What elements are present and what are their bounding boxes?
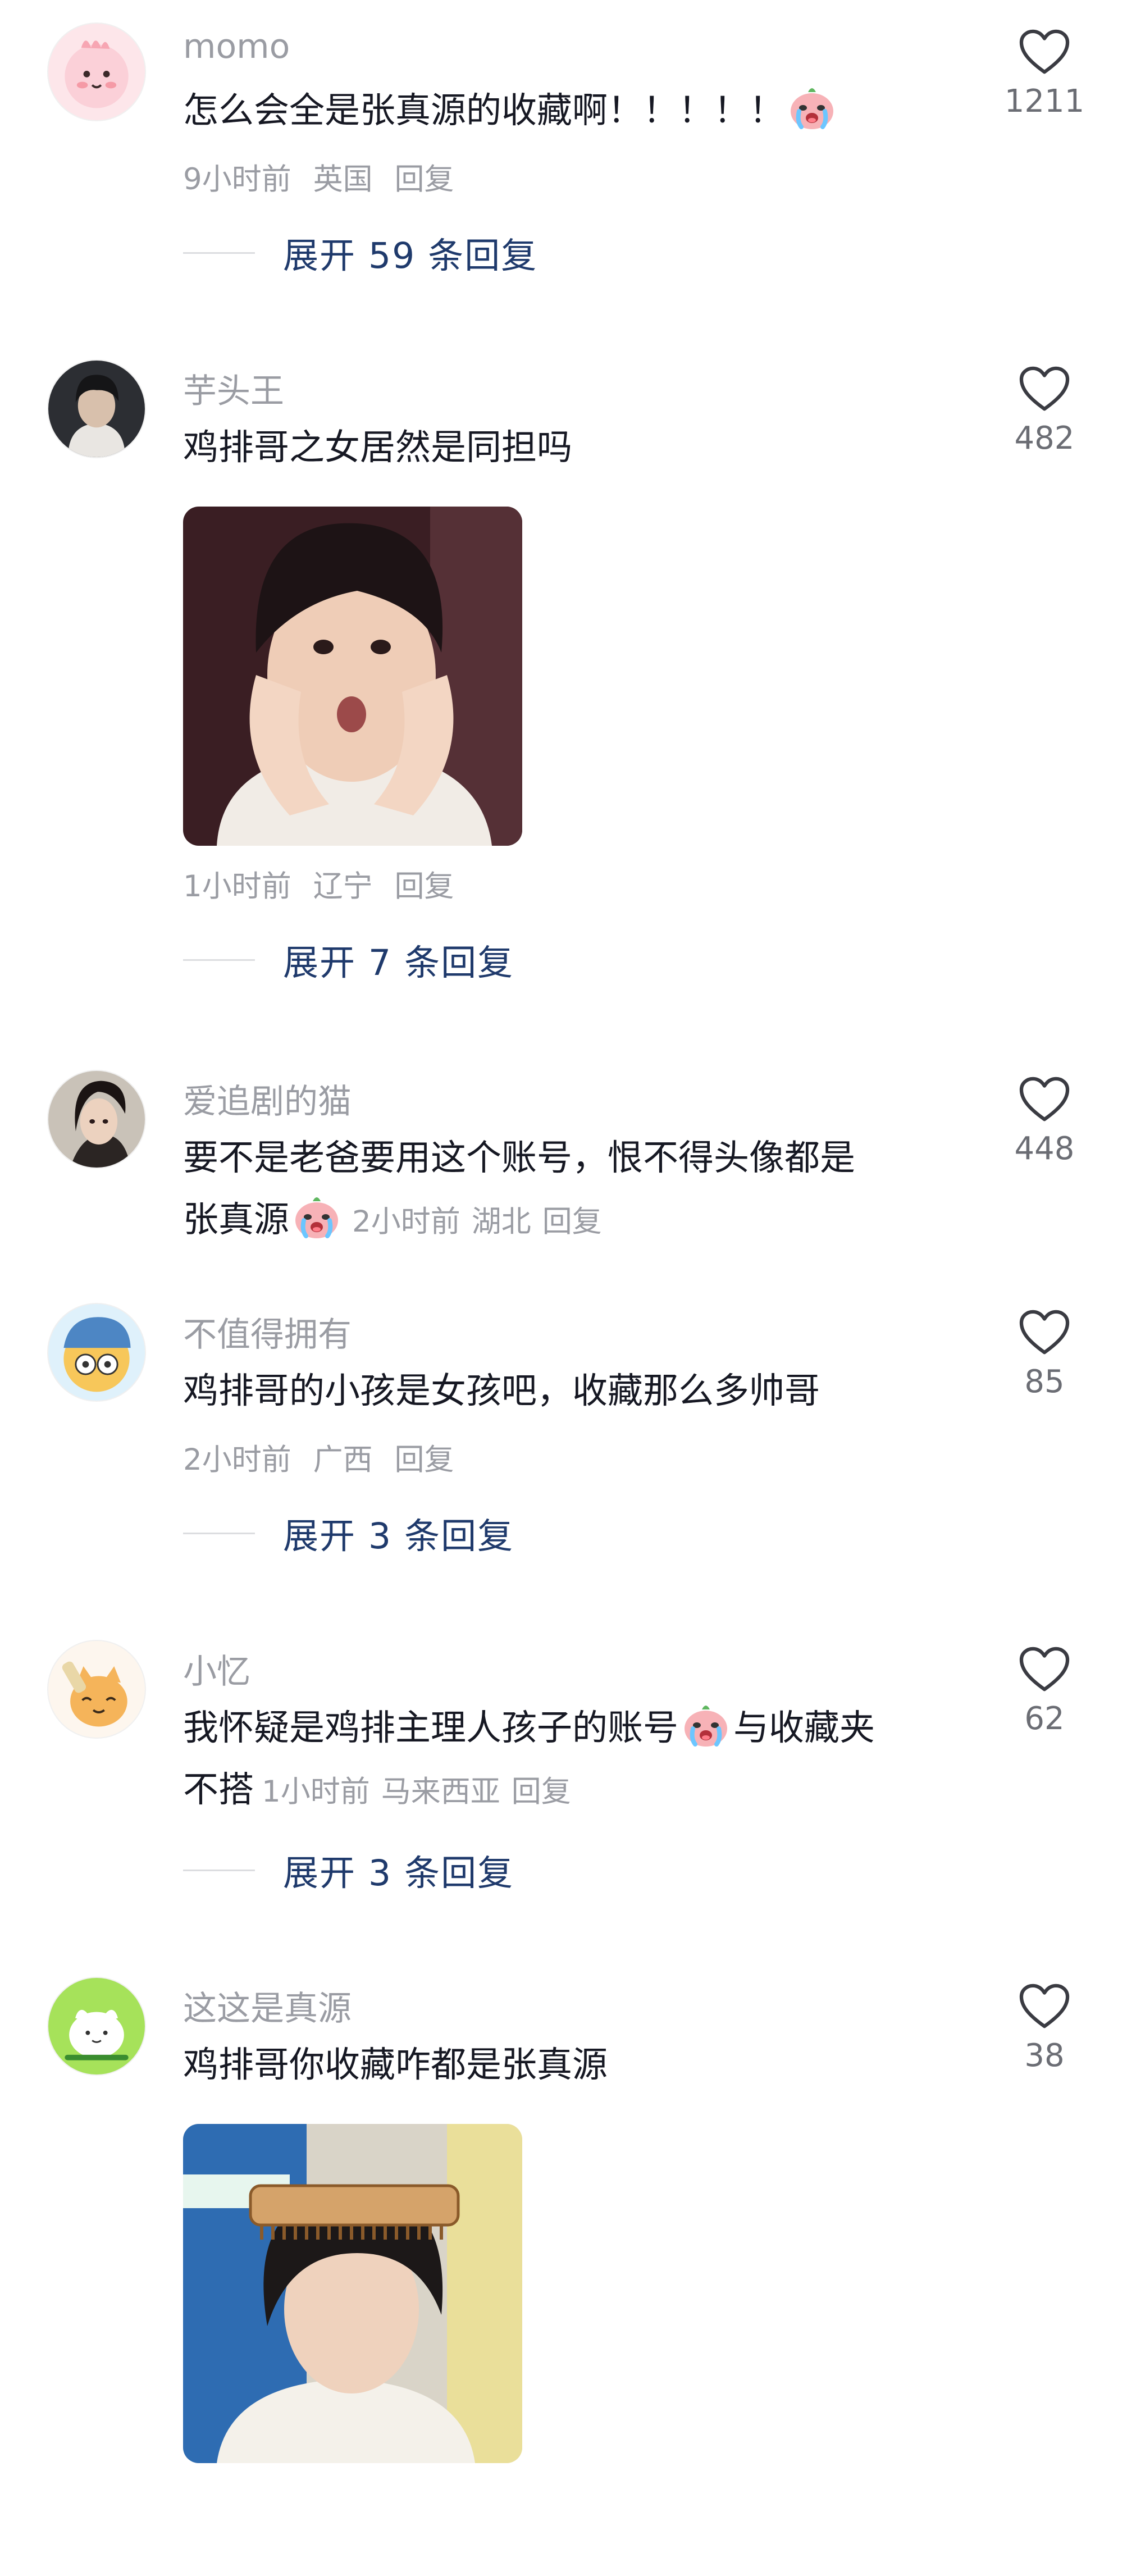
like-count: 482 [1014, 420, 1075, 457]
comment-text-line2: 不搭 [183, 1769, 254, 1810]
like-count: 1211 [1004, 83, 1085, 120]
heart-outline-icon [1018, 1982, 1071, 2031]
reply-button[interactable]: 回复 [512, 1775, 571, 1809]
comment-text-line1: 要不是老爸要用这个账号，恨不得头像都是 [183, 1137, 855, 1178]
crying-face-emoji [293, 1191, 341, 1239]
username[interactable]: 不值得拥有 [183, 1307, 352, 1356]
comment-time: 1小时前 [262, 1775, 370, 1809]
like-count: 62 [1024, 1700, 1065, 1737]
expand-replies-button[interactable]: 展开 3 条回复 [183, 1845, 514, 1895]
reply-button[interactable]: 回复 [394, 1443, 454, 1477]
comment-time: 9小时前 [183, 162, 291, 197]
crying-face-emoji [788, 82, 836, 130]
comment-text: 鸡排哥你收藏咋都是张真源 [183, 2044, 608, 2085]
comment-image[interactable] [183, 507, 522, 846]
comment-text: 鸡排哥的小孩是女孩吧，收藏那么多帅哥 [183, 1370, 820, 1411]
reply-button[interactable]: 回复 [542, 1205, 602, 1239]
comment-text: 鸡排哥之女居然是同担吗 [183, 427, 572, 468]
comment-meta: 2小时前 广西 回复 [183, 1436, 466, 1479]
like-count: 448 [1014, 1130, 1075, 1167]
expand-replies-button[interactable]: 展开 59 条回复 [183, 227, 537, 278]
crying-face-emoji [682, 1699, 730, 1748]
comment-location: 英国 [313, 162, 373, 197]
username[interactable]: 芋头王 [183, 364, 284, 413]
comment-location: 湖北 [471, 1205, 531, 1239]
username[interactable]: 这这是真源 [183, 1981, 352, 2030]
divider-line [183, 1532, 255, 1534]
comment-text: 我怀疑是鸡排主理人孩子的账号 与收藏夹 不搭 1小时前 马来西亚 回复 [183, 1697, 980, 1823]
like-button[interactable]: 85 [1000, 1308, 1089, 1400]
avatar[interactable] [47, 1070, 146, 1169]
like-button[interactable]: 62 [1000, 1645, 1089, 1737]
heart-outline-icon [1018, 1645, 1071, 1694]
avatar[interactable] [47, 1977, 146, 2076]
expand-replies-label: 展开 3 条回复 [283, 1852, 514, 1894]
username[interactable]: 小忆 [183, 1644, 250, 1693]
comment-meta: 9小时前 英国 回复 [183, 156, 466, 198]
comment-meta: 1小时前 辽宁 回复 [183, 863, 466, 905]
heart-outline-icon [1018, 28, 1071, 76]
divider-line [183, 1869, 255, 1871]
comment-text-part1: 我怀疑是鸡排主理人孩子的账号 [183, 1707, 678, 1748]
like-button[interactable]: 38 [1000, 1982, 1089, 2074]
comment-time: 2小时前 [352, 1205, 460, 1239]
expand-replies-label: 展开 7 条回复 [283, 942, 514, 983]
heart-outline-icon [1018, 1308, 1071, 1357]
username[interactable]: 爱追剧的猫 [183, 1074, 352, 1123]
avatar[interactable] [47, 1303, 146, 1402]
like-count: 85 [1024, 1364, 1065, 1400]
divider-line [183, 959, 255, 961]
avatar[interactable] [47, 359, 146, 458]
expand-replies-button[interactable]: 展开 3 条回复 [183, 1508, 514, 1558]
username[interactable]: momo [183, 27, 290, 66]
comment-list: momo 怎么会全是张真源的收藏啊！！！！！ 9小时前 英国 回复 展开 59 … [0, 0, 1127, 2576]
like-count: 38 [1024, 2037, 1065, 2074]
like-button[interactable]: 482 [1000, 365, 1089, 457]
heart-outline-icon [1018, 1075, 1071, 1124]
avatar[interactable] [47, 1640, 146, 1739]
comment-meta: 2小时前 湖北 回复 [352, 1205, 613, 1239]
divider-line [183, 252, 255, 254]
comment-text-line2: 张真源 [183, 1199, 289, 1240]
comment-time: 2小时前 [183, 1443, 291, 1477]
comment-text: 怎么会全是张真源的收藏啊！！！！！ [183, 80, 980, 142]
expand-replies-label: 展开 3 条回复 [283, 1515, 514, 1557]
comment-text: 要不是老爸要用这个账号，恨不得头像都是 张真源 2小时前 湖北 回复 [183, 1127, 980, 1253]
comment-location: 辽宁 [313, 869, 373, 904]
comment-text-part2: 与收藏夹 [733, 1707, 875, 1748]
comment-location: 广西 [313, 1443, 373, 1477]
comment-time: 1小时前 [183, 869, 291, 904]
comment-location: 马来西亚 [381, 1775, 500, 1809]
expand-replies-label: 展开 59 条回复 [283, 235, 538, 276]
reply-button[interactable]: 回复 [394, 162, 454, 197]
like-button[interactable]: 448 [1000, 1075, 1089, 1167]
expand-replies-button[interactable]: 展开 7 条回复 [183, 934, 514, 985]
like-button[interactable]: 1211 [1000, 28, 1089, 120]
comment-image[interactable] [183, 2124, 522, 2463]
comment-meta: 1小时前 马来西亚 回复 [262, 1775, 582, 1809]
comment-text-body: 怎么会全是张真源的收藏啊！！！！！ [183, 90, 784, 131]
reply-button[interactable]: 回复 [394, 869, 454, 904]
avatar[interactable] [47, 22, 146, 121]
heart-outline-icon [1018, 365, 1071, 413]
